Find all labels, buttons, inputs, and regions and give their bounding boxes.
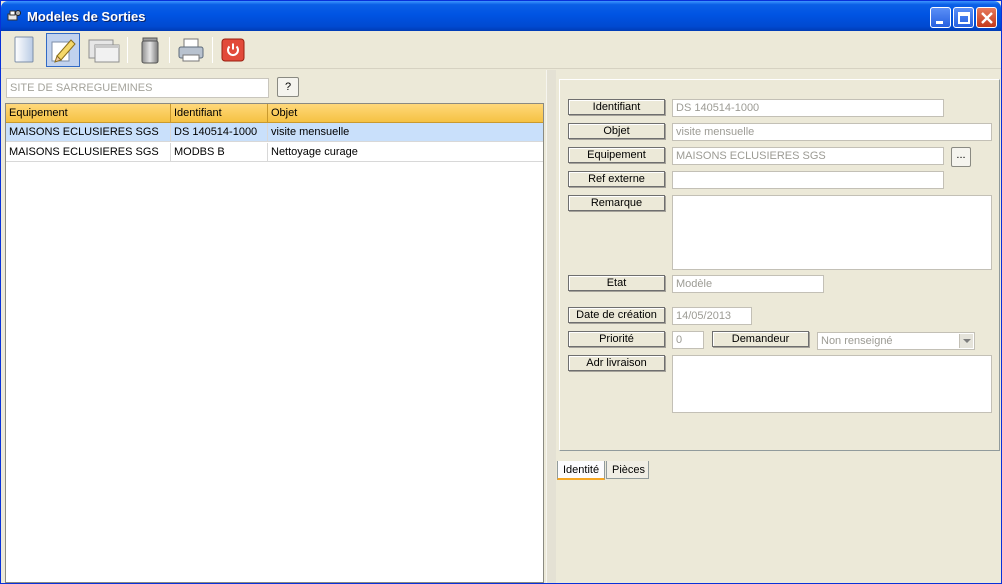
windows-icon (88, 39, 120, 63)
title-bar[interactable]: Modeles de Sorties (1, 1, 1001, 31)
table-header: Equipement Identifiant Objet (6, 104, 543, 123)
column-header-objet[interactable]: Objet (268, 104, 543, 122)
column-header-identifiant[interactable]: Identifiant (171, 104, 268, 122)
cell-identifiant: MODBS B (171, 143, 268, 161)
remarque-label: Remarque (568, 195, 665, 211)
quit-button[interactable] (216, 33, 250, 67)
priorite-label: Priorité (568, 331, 665, 347)
cell-identifiant: DS 140514-1000 (171, 123, 268, 141)
tab-pieces[interactable]: Pièces (606, 461, 649, 479)
site-field[interactable]: SITE DE SARREGUEMINES (6, 78, 269, 98)
maximize-icon (958, 12, 970, 24)
equipement-field[interactable]: MAISONS ECLUSIERES SGS (672, 147, 944, 165)
date-creation-field[interactable]: 14/05/2013 (672, 307, 752, 325)
delete-button[interactable] (133, 33, 167, 67)
chevron-down-icon[interactable] (959, 334, 973, 348)
toolbar (1, 31, 1001, 69)
windows-button[interactable] (87, 33, 121, 67)
chevron-down-icon-glyph (963, 339, 971, 343)
maximize-button[interactable] (953, 7, 974, 28)
help-button[interactable]: ? (277, 77, 299, 97)
demandeur-value: Non renseigné (821, 335, 893, 347)
etat-field[interactable]: Modèle (672, 275, 824, 293)
demandeur-select[interactable]: Non renseigné (817, 332, 975, 350)
toolbar-separator (169, 37, 170, 63)
table-row[interactable]: MAISONS ECLUSIERES SGS MODBS B Nettoyage… (6, 143, 543, 162)
identifiant-field[interactable]: DS 140514-1000 (672, 99, 944, 117)
objet-label: Objet (568, 123, 665, 139)
close-button[interactable] (976, 7, 997, 28)
print-button[interactable] (174, 33, 208, 67)
trash-bin-icon (141, 37, 159, 64)
minimize-button[interactable] (930, 7, 951, 28)
power-icon (221, 38, 245, 62)
pencil-edit-icon (51, 39, 76, 63)
demandeur-label: Demandeur (712, 331, 809, 347)
list-panel: SITE DE SARREGUEMINES ? Equipement Ident… (1, 70, 546, 583)
tab-identite[interactable]: Identité (557, 461, 605, 480)
cell-equipement: MAISONS ECLUSIERES SGS (6, 143, 171, 161)
toolbar-separator (212, 37, 213, 63)
cell-equipement: MAISONS ECLUSIERES SGS (6, 123, 171, 141)
objet-field[interactable]: visite mensuelle (672, 123, 992, 141)
new-document-icon (14, 36, 34, 63)
table-row[interactable]: MAISONS ECLUSIERES SGS DS 140514-1000 vi… (6, 123, 543, 142)
window-title: Modeles de Sorties (27, 9, 146, 24)
equipement-label: Equipement (568, 147, 665, 163)
identifiant-label: Identifiant (568, 99, 665, 115)
equipement-browse-button[interactable]: ... (951, 147, 971, 167)
ref-externe-field[interactable] (672, 171, 944, 189)
main-window: Modeles de Sorties SITE DE SARREGUEMINES… (0, 0, 1002, 584)
edit-button[interactable] (46, 33, 80, 67)
remarque-field[interactable] (672, 195, 992, 270)
minimize-icon (936, 21, 943, 24)
date-creation-label: Date de création (568, 307, 665, 323)
splitter[interactable] (546, 70, 556, 583)
etat-label: Etat (568, 275, 665, 291)
detail-panel: Identifiant DS 140514-1000 Objet visite … (546, 70, 1001, 583)
gear-printer-icon (7, 9, 21, 23)
priorite-field[interactable]: 0 (672, 331, 704, 349)
ref-externe-label: Ref externe (568, 171, 665, 187)
cell-objet: Nettoyage curage (271, 146, 358, 158)
column-header-equipement[interactable]: Equipement (6, 104, 171, 122)
close-icon (981, 12, 993, 24)
new-button[interactable] (7, 33, 41, 67)
cell-objet: visite mensuelle (271, 126, 350, 138)
toolbar-separator (127, 37, 128, 63)
printer-icon (178, 38, 204, 62)
adr-livraison-label: Adr livraison (568, 355, 665, 371)
models-table[interactable]: Equipement Identifiant Objet MAISONS ECL… (5, 103, 544, 583)
adr-livraison-field[interactable] (672, 355, 992, 413)
